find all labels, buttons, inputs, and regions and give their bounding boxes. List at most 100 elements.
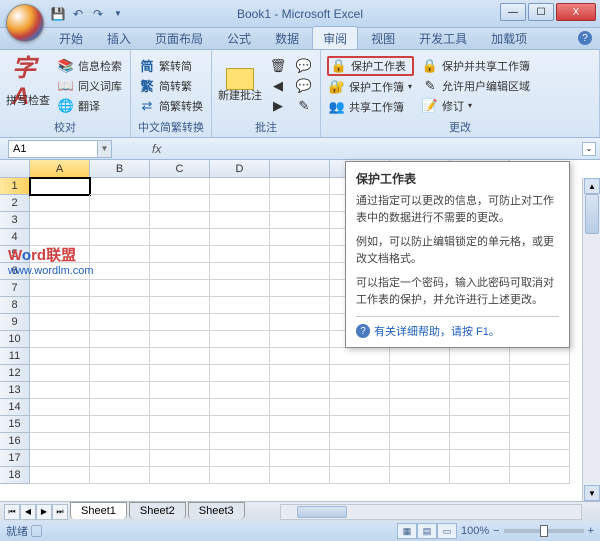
close-button[interactable]: X <box>556 3 596 21</box>
cell[interactable] <box>510 348 570 365</box>
minimize-button[interactable]: — <box>500 3 526 21</box>
cell[interactable] <box>210 178 270 195</box>
cell[interactable] <box>270 195 330 212</box>
cell[interactable] <box>210 331 270 348</box>
cell[interactable] <box>210 416 270 433</box>
row-header[interactable]: 10 <box>0 331 30 348</box>
show-all-comments-button[interactable]: 💬 <box>294 77 314 95</box>
cell[interactable] <box>30 399 90 416</box>
cell[interactable] <box>270 212 330 229</box>
row-header[interactable]: 1 <box>0 178 30 195</box>
cell[interactable] <box>150 416 210 433</box>
column-header[interactable] <box>270 160 330 178</box>
cell[interactable] <box>90 348 150 365</box>
row-header[interactable]: 6 <box>0 263 30 280</box>
protect-sheet-button[interactable]: 🔒保护工作表 <box>327 56 414 76</box>
row-header[interactable]: 13 <box>0 382 30 399</box>
select-all-corner[interactable] <box>0 160 30 178</box>
page-layout-view-button[interactable]: ▤ <box>417 523 437 539</box>
cell[interactable] <box>150 280 210 297</box>
cell[interactable] <box>90 382 150 399</box>
row-header[interactable]: 5 <box>0 246 30 263</box>
cell[interactable] <box>210 365 270 382</box>
row-header[interactable]: 2 <box>0 195 30 212</box>
cell[interactable] <box>90 229 150 246</box>
redo-icon[interactable]: ↷ <box>90 6 106 22</box>
cell[interactable] <box>90 365 150 382</box>
row-header[interactable]: 18 <box>0 467 30 484</box>
cell[interactable] <box>210 263 270 280</box>
cell[interactable] <box>210 314 270 331</box>
protect-share-button[interactable]: 🔒保护并共享工作簿 <box>420 57 532 75</box>
cell[interactable] <box>330 467 390 484</box>
cell[interactable] <box>150 178 210 195</box>
cell[interactable] <box>90 280 150 297</box>
cell[interactable] <box>30 331 90 348</box>
spellcheck-button[interactable]: 字A 拼写检查 <box>6 54 50 117</box>
sheet-nav-next[interactable]: ▶ <box>36 504 52 520</box>
macro-icon[interactable]: ▢ <box>31 526 42 538</box>
row-header[interactable]: 16 <box>0 433 30 450</box>
column-header[interactable]: A <box>30 160 90 178</box>
simp-to-trad-button[interactable]: 繁简转繁 <box>137 77 205 95</box>
row-header[interactable]: 17 <box>0 450 30 467</box>
sheet-tab-3[interactable]: Sheet3 <box>188 502 245 519</box>
sheet-nav-last[interactable]: ⏭ <box>52 504 68 520</box>
cell[interactable] <box>390 433 450 450</box>
cell[interactable] <box>210 195 270 212</box>
cell[interactable] <box>390 467 450 484</box>
thesaurus-button[interactable]: 📖同义词库 <box>56 77 124 95</box>
cell[interactable] <box>450 433 510 450</box>
next-comment-button[interactable]: ▶ <box>268 97 288 115</box>
cell[interactable] <box>270 246 330 263</box>
cell[interactable] <box>390 399 450 416</box>
maximize-button[interactable]: ☐ <box>528 3 554 21</box>
cell[interactable] <box>210 467 270 484</box>
cell[interactable] <box>210 382 270 399</box>
prev-comment-button[interactable]: ◀ <box>268 77 288 95</box>
cell[interactable] <box>30 229 90 246</box>
cell[interactable] <box>150 331 210 348</box>
cell[interactable] <box>450 399 510 416</box>
cell[interactable] <box>30 212 90 229</box>
cell[interactable] <box>30 365 90 382</box>
row-header[interactable]: 14 <box>0 399 30 416</box>
cell[interactable] <box>330 399 390 416</box>
cell[interactable] <box>90 263 150 280</box>
cell[interactable] <box>390 450 450 467</box>
undo-icon[interactable]: ↶ <box>70 6 86 22</box>
cell[interactable] <box>150 195 210 212</box>
cell[interactable] <box>90 467 150 484</box>
trad-to-simp-button[interactable]: 简繁转简 <box>137 57 205 75</box>
cell[interactable] <box>390 365 450 382</box>
cell[interactable] <box>90 314 150 331</box>
save-icon[interactable]: 💾 <box>50 6 66 22</box>
zoom-out-button[interactable]: − <box>493 525 499 537</box>
cell[interactable] <box>210 297 270 314</box>
share-workbook-button[interactable]: 👥共享工作簿 <box>327 98 414 116</box>
scroll-up-icon[interactable]: ▲ <box>584 178 600 194</box>
namebox-dropdown[interactable]: ▼ <box>98 140 112 158</box>
cell[interactable] <box>210 433 270 450</box>
cell[interactable] <box>150 399 210 416</box>
track-changes-button[interactable]: 📝修订 ▾ <box>420 97 532 115</box>
tab-insert[interactable]: 插入 <box>96 26 142 49</box>
cell[interactable] <box>150 314 210 331</box>
cell[interactable] <box>270 467 330 484</box>
horizontal-scrollbar[interactable] <box>280 504 582 520</box>
column-header[interactable]: D <box>210 160 270 178</box>
cell[interactable] <box>90 416 150 433</box>
cell[interactable] <box>330 450 390 467</box>
row-header[interactable]: 7 <box>0 280 30 297</box>
hscroll-thumb[interactable] <box>297 506 347 518</box>
cell[interactable] <box>150 263 210 280</box>
cell[interactable] <box>330 348 390 365</box>
translate-button[interactable]: 🌐翻译 <box>56 97 124 115</box>
cell[interactable] <box>330 382 390 399</box>
cell[interactable] <box>30 382 90 399</box>
cell[interactable] <box>330 365 390 382</box>
cell[interactable] <box>510 382 570 399</box>
tab-review[interactable]: 审阅 <box>312 26 358 49</box>
cell[interactable] <box>450 450 510 467</box>
zoom-in-button[interactable]: + <box>588 525 594 537</box>
